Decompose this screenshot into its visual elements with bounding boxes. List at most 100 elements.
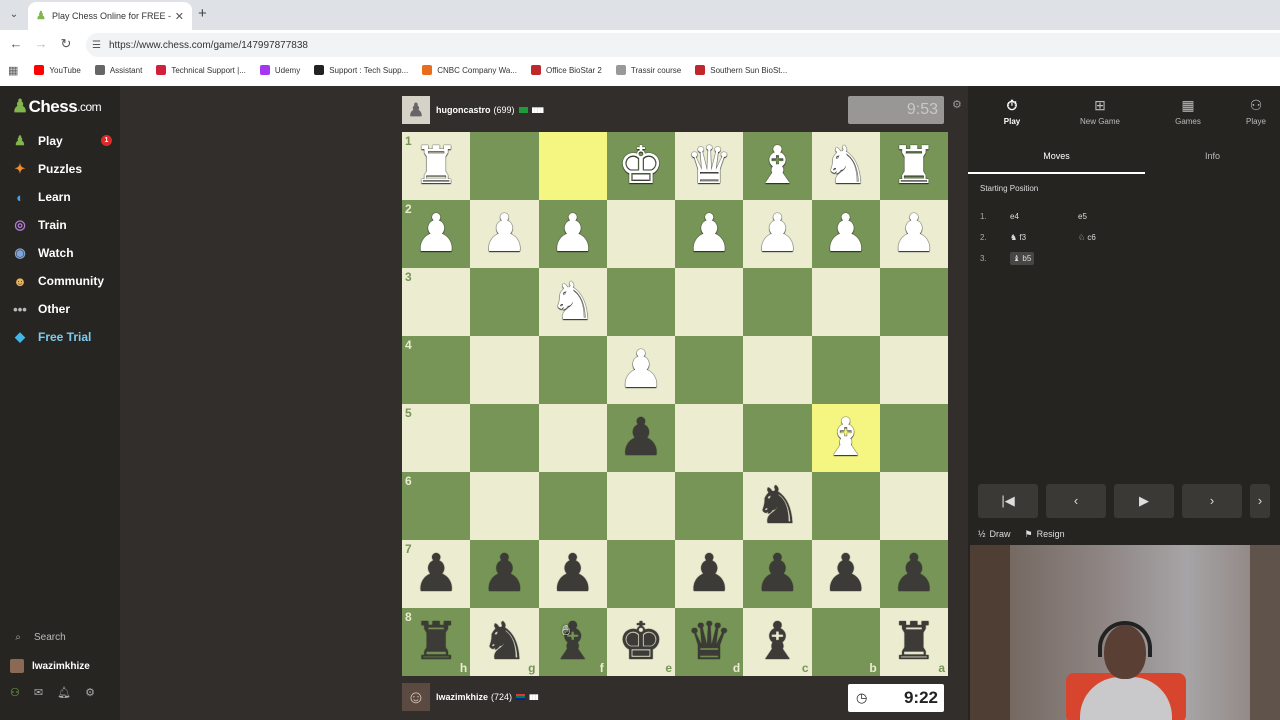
sidebar-item-other[interactable]: ••• Other — [10, 297, 110, 321]
board-square[interactable]: ♟ — [879, 200, 948, 268]
sidebar-item-free-trial[interactable]: ◆ Free Trial — [10, 325, 110, 349]
sidebar-profile[interactable]: lwazimkhize — [10, 659, 90, 673]
black-pawn-icon[interactable]: ♟ — [686, 548, 733, 600]
board-square[interactable]: 8 h ♜ — [402, 608, 471, 676]
black-knight-icon[interactable]: ♞ — [481, 616, 528, 668]
board-square[interactable] — [538, 404, 607, 472]
black-knight-icon[interactable]: ♞ — [754, 480, 801, 532]
board-square[interactable]: f ♝ — [538, 608, 607, 676]
white-bishop-icon[interactable]: ♝ — [822, 412, 869, 464]
white-king-icon[interactable]: ♚ — [618, 140, 665, 192]
board-square[interactable] — [606, 200, 675, 268]
board-square[interactable]: ♟ — [538, 540, 607, 608]
board-square[interactable]: ♟ — [811, 200, 880, 268]
sidebar-item-play[interactable]: ♟ Play 1 — [10, 129, 112, 153]
board-square[interactable]: ♟ — [538, 200, 607, 268]
tab-new-game[interactable]: ⊞ New Game — [1056, 86, 1144, 136]
white-pawn-icon[interactable]: ♟ — [481, 208, 528, 260]
board-square[interactable]: ♝ — [811, 404, 880, 472]
resign-button[interactable]: ⚑ Resign — [1025, 529, 1065, 540]
white-move[interactable]: ♞ f3 — [1010, 233, 1078, 242]
black-pawn-icon[interactable]: ♟ — [754, 548, 801, 600]
white-knight-icon[interactable]: ♞ — [549, 276, 596, 328]
bookmark-item[interactable]: Office BioStar 2 — [530, 65, 602, 75]
board-square[interactable]: 4 — [402, 336, 471, 404]
board-square[interactable] — [743, 404, 812, 472]
reload-icon[interactable]: ↻ — [58, 36, 74, 52]
play-moves-icon[interactable]: ▶ — [1114, 484, 1174, 518]
board-square[interactable] — [470, 336, 539, 404]
current-move[interactable]: ♝ b5 — [1010, 252, 1035, 265]
board-square[interactable]: ♟ — [470, 540, 539, 608]
first-move-icon[interactable]: |◀ — [978, 484, 1038, 518]
white-rook-icon[interactable]: ♜ — [413, 140, 460, 192]
board-square[interactable]: ♟ — [606, 336, 675, 404]
board-square[interactable] — [879, 336, 948, 404]
black-bishop-icon[interactable]: ♝ — [549, 616, 596, 668]
black-move[interactable]: e5 — [1078, 212, 1146, 221]
white-knight-icon[interactable]: ♞ — [822, 140, 869, 192]
board-square[interactable] — [470, 132, 539, 200]
board-square[interactable]: ♟ — [743, 540, 812, 608]
board-square[interactable]: ♟ — [606, 404, 675, 472]
tab-play[interactable]: ⏱︎ Play — [968, 86, 1056, 136]
board-square[interactable]: 2 ♟ — [402, 200, 471, 268]
board-square[interactable] — [606, 472, 675, 540]
board-square[interactable] — [879, 472, 948, 540]
board-square[interactable]: ♟ — [675, 200, 744, 268]
board-square[interactable]: ♞ — [811, 132, 880, 200]
tab-games[interactable]: ▦ Games — [1144, 86, 1232, 136]
tab-players[interactable]: ⚇ Playe — [1232, 86, 1280, 136]
white-queen-icon[interactable]: ♛ — [686, 140, 733, 192]
board-square[interactable] — [538, 132, 607, 200]
sidebar-item-puzzles[interactable]: ✦ Puzzles — [10, 157, 110, 181]
browser-tab[interactable]: ♟ Play Chess Online for FREE - 2 ✕ — [28, 2, 192, 30]
forward-icon[interactable]: → — [33, 36, 49, 52]
top-player-name[interactable]: hugoncastro — [436, 105, 491, 115]
bookmark-item[interactable]: YouTube — [34, 65, 81, 75]
board-square[interactable] — [470, 268, 539, 336]
chess-board[interactable]: 1 ♜ ♚ ♛ ♝ ♞ ♜ 2 ♟ ♟ ♟ ♟ ♟ ♟ ♟ 3 ♞ 4 ♟ 5 ♟ ♝ 6 ♞ 7 ♟ ♟ ♟ ♟ ♟ ♟ ♟ 8 h ♜ g ♞ f ♝ e… — [402, 132, 948, 676]
sidebar-search[interactable]: ⌕ Search — [10, 632, 66, 643]
bell-icon[interactable]: 🔔︎ — [57, 686, 71, 699]
board-square[interactable]: 6 — [402, 472, 471, 540]
board-square[interactable] — [538, 472, 607, 540]
site-info-icon[interactable]: ☰ — [92, 40, 101, 51]
tab-info[interactable]: Info — [1145, 146, 1280, 174]
mail-icon[interactable]: ✉ — [34, 686, 43, 699]
top-player-avatar[interactable]: ♟ — [402, 96, 430, 124]
board-square[interactable]: ♟ — [743, 200, 812, 268]
board-square[interactable]: c ♝ — [743, 608, 812, 676]
board-square[interactable]: 1 ♜ — [402, 132, 471, 200]
sidebar-item-learn[interactable]: ◐ Learn — [10, 185, 110, 209]
bookmark-item[interactable]: Technical Support |... — [156, 65, 246, 75]
white-pawn-icon[interactable]: ♟ — [686, 208, 733, 260]
board-square[interactable] — [470, 472, 539, 540]
board-square[interactable]: ♟ — [811, 540, 880, 608]
white-pawn-icon[interactable]: ♟ — [754, 208, 801, 260]
black-king-icon[interactable]: ♚ — [618, 616, 665, 668]
board-square[interactable]: ♜ — [879, 132, 948, 200]
board-square[interactable] — [538, 336, 607, 404]
gear-icon[interactable]: ⚙ — [85, 686, 95, 699]
tab-search-icon[interactable]: ⌄ — [6, 7, 22, 23]
board-square[interactable] — [675, 336, 744, 404]
black-pawn-icon[interactable]: ♟ — [822, 548, 869, 600]
next-move-icon[interactable]: › — [1182, 484, 1242, 518]
black-pawn-icon[interactable]: ♟ — [618, 412, 665, 464]
black-pawn-icon[interactable]: ♟ — [481, 548, 528, 600]
chess-logo[interactable]: ♟ Chess .com — [12, 96, 102, 117]
friends-icon[interactable]: ⚇ — [10, 686, 20, 699]
board-square[interactable] — [811, 336, 880, 404]
black-queen-icon[interactable]: ♛ — [686, 616, 733, 668]
board-square[interactable] — [606, 268, 675, 336]
bookmark-item[interactable]: Trassir course — [615, 65, 681, 75]
board-square[interactable]: g ♞ — [470, 608, 539, 676]
sidebar-item-watch[interactable]: ◉ Watch — [10, 241, 110, 265]
board-square[interactable]: ♟ — [879, 540, 948, 608]
black-bishop-icon[interactable]: ♝ — [754, 616, 801, 668]
apps-grid-icon[interactable]: ▦ — [8, 64, 18, 77]
board-square[interactable] — [675, 404, 744, 472]
board-square[interactable]: ♛ — [675, 132, 744, 200]
black-rook-icon[interactable]: ♜ — [413, 616, 460, 668]
